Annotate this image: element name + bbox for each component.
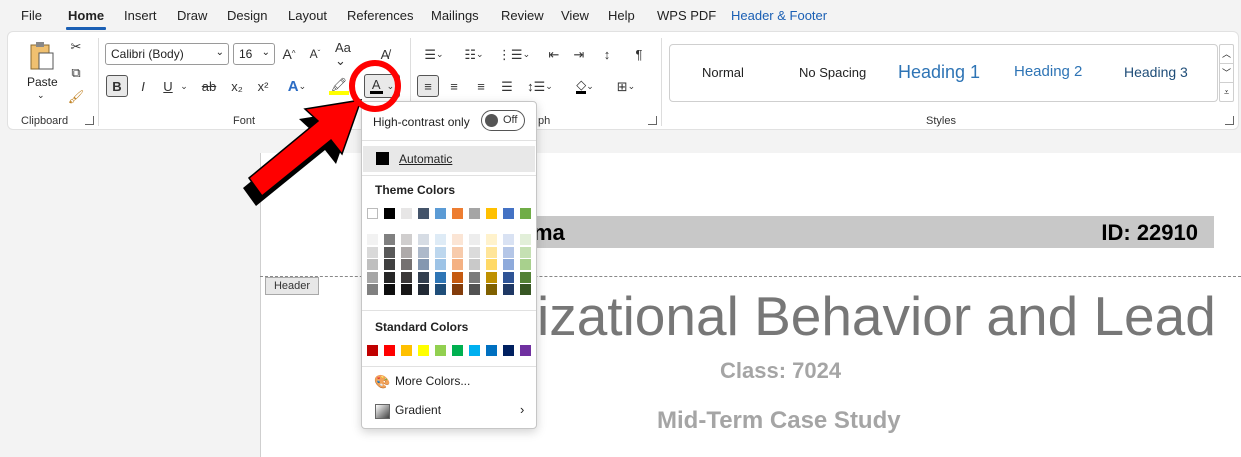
annotation-overlay <box>243 60 401 206</box>
annotation-arrow-icon <box>243 99 363 206</box>
annotation-circle-icon <box>349 60 401 112</box>
